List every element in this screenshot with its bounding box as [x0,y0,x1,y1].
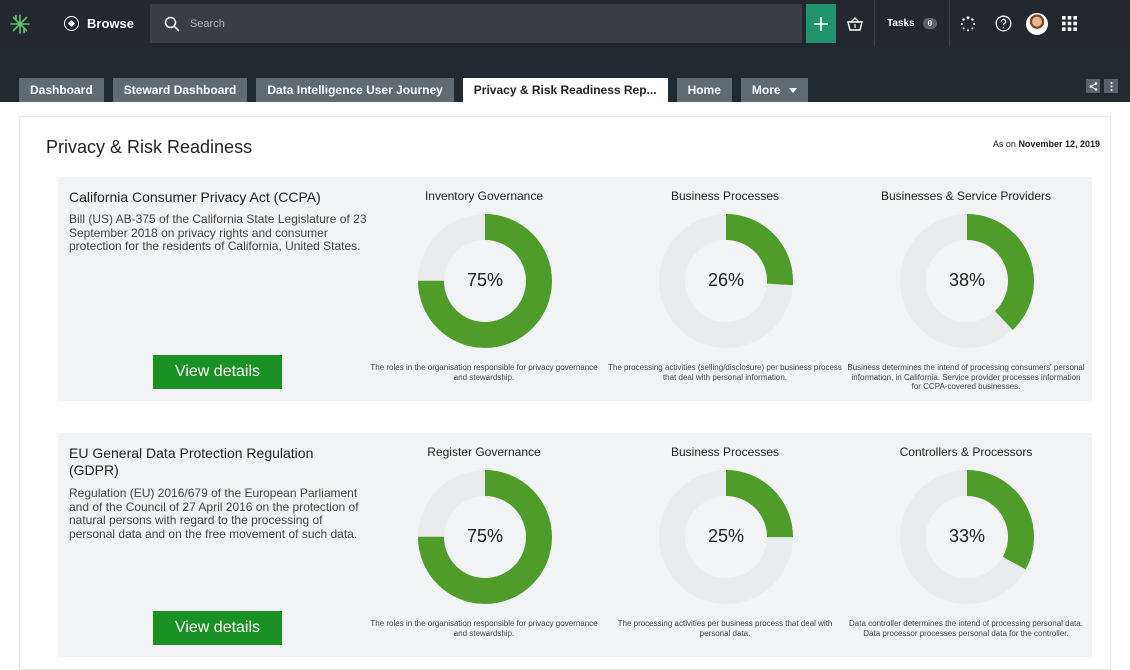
plus-icon [813,16,828,31]
regulation-card-gdpr: EU General Data Protection Regulation (G… [58,433,1092,657]
tab-label: Home [687,83,721,97]
compass-icon [64,16,79,31]
tasks-label: Tasks [886,18,915,29]
donut-value: 33% [948,526,986,546]
regulation-description: Bill (US) AB-375 of the California State… [69,212,367,253]
create-button[interactable] [805,4,836,43]
search-bar[interactable] [149,4,802,43]
metric-title: Inventory Governance [424,189,544,203]
tasks-count-badge: 0 [922,18,938,29]
tab-strip-actions [1086,79,1118,93]
help-button[interactable] [986,0,1020,47]
metric-title: Controllers & Processors [899,445,1033,459]
browse-button[interactable]: Browse [40,0,148,47]
avatar [1026,12,1049,35]
metric-caption: The processing activities (selling/discl… [608,363,842,382]
search-icon [164,16,180,32]
metric-title: Businesses & Service Providers [880,189,1052,203]
donut-value: 26% [707,270,745,290]
tab-label: Privacy & Risk Readiness Rep... [473,83,657,97]
donut-value: 38% [948,270,986,290]
metric-caption: The roles in the organisation responsibl… [370,619,598,638]
tab-label: Steward Dashboard [123,83,237,97]
regulation-description: Regulation (EU) 2016/679 of the European… [69,486,359,541]
tab-dashboard[interactable]: Dashboard [19,78,104,102]
metric-caption: Business determines the intend of proces… [847,363,1085,391]
activity-button[interactable] [950,0,986,47]
tab-privacy-risk-readiness[interactable]: Privacy & Risk Readiness Rep... [462,78,668,102]
report-date: As on November 12, 2019 [993,139,1100,149]
view-details-button[interactable]: View details [153,355,282,389]
regulation-title: EU General Data Protection Regulation (G… [69,445,314,478]
tab-steward-dashboard[interactable]: Steward Dashboard [112,78,248,102]
metric-inventory-governance: Inventory Governance 75% The roles in th… [364,177,604,401]
regulation-title: California Consumer Privacy Act (CCPA) [69,189,321,205]
metric-controllers-processors: Controllers & Processors 33% Data contro… [846,433,1086,657]
top-bar: Browse Tasks 0 [0,0,1130,47]
metric-business-processes: Business Processes 25% The processing ac… [605,433,845,657]
metric-title: Business Processes [670,189,780,203]
share-button[interactable] [1086,79,1100,93]
report-page: Privacy & Risk Readiness As on November … [19,116,1111,670]
tab-home[interactable]: Home [676,78,732,102]
share-icon [1089,81,1097,91]
metric-businesses-service-providers: Businesses & Service Providers 38% Busin… [846,177,1086,401]
metric-title: Business Processes [670,445,780,459]
more-options-button[interactable] [1104,79,1118,93]
as-on-date: November 12, 2019 [1018,139,1100,149]
tab-strip: Dashboard Steward Dashboard Data Intelli… [0,47,1130,102]
basket-button[interactable] [836,0,874,47]
basket-icon [847,16,863,31]
caret-down-icon [788,87,797,93]
metric-title: Register Governance [427,445,541,459]
apps-menu-button[interactable] [1054,0,1084,47]
regulation-card-ccpa: California Consumer Privacy Act (CCPA) B… [58,177,1092,401]
donut-value: 25% [707,526,745,546]
tab-data-intelligence-user-journey[interactable]: Data Intelligence User Journey [256,78,454,102]
metric-caption: The roles in the organisation responsibl… [370,363,598,382]
logo-icon [10,13,30,34]
tasks-button[interactable]: Tasks 0 [873,0,951,47]
app-logo[interactable] [0,0,40,47]
metric-caption: The processing activities per business p… [617,619,833,638]
user-avatar[interactable] [1020,0,1054,47]
browse-label: Browse [87,16,134,31]
metric-business-processes: Business Processes 26% The processing ac… [605,177,845,401]
donut-value: 75% [466,270,504,290]
page-title: Privacy & Risk Readiness [46,137,253,157]
metric-caption: Data controller determines the intend of… [849,619,1083,638]
search-input[interactable] [189,17,750,30]
tab-more[interactable]: More [740,78,808,102]
tab-label: More [751,83,781,97]
donut-value: 75% [466,526,504,546]
dashboard-tabs: Dashboard Steward Dashboard Data Intelli… [19,78,808,102]
spinner-icon [960,15,976,31]
view-details-button[interactable]: View details [153,611,282,645]
grid-icon [1061,16,1077,31]
tab-label: Dashboard [30,83,93,97]
metric-register-governance: Register Governance 75% The roles in the… [364,433,604,657]
vertical-dots-icon [1110,81,1112,91]
help-icon [995,15,1011,32]
tab-label: Data Intelligence User Journey [267,83,443,97]
as-on-label: As on [992,139,1016,149]
